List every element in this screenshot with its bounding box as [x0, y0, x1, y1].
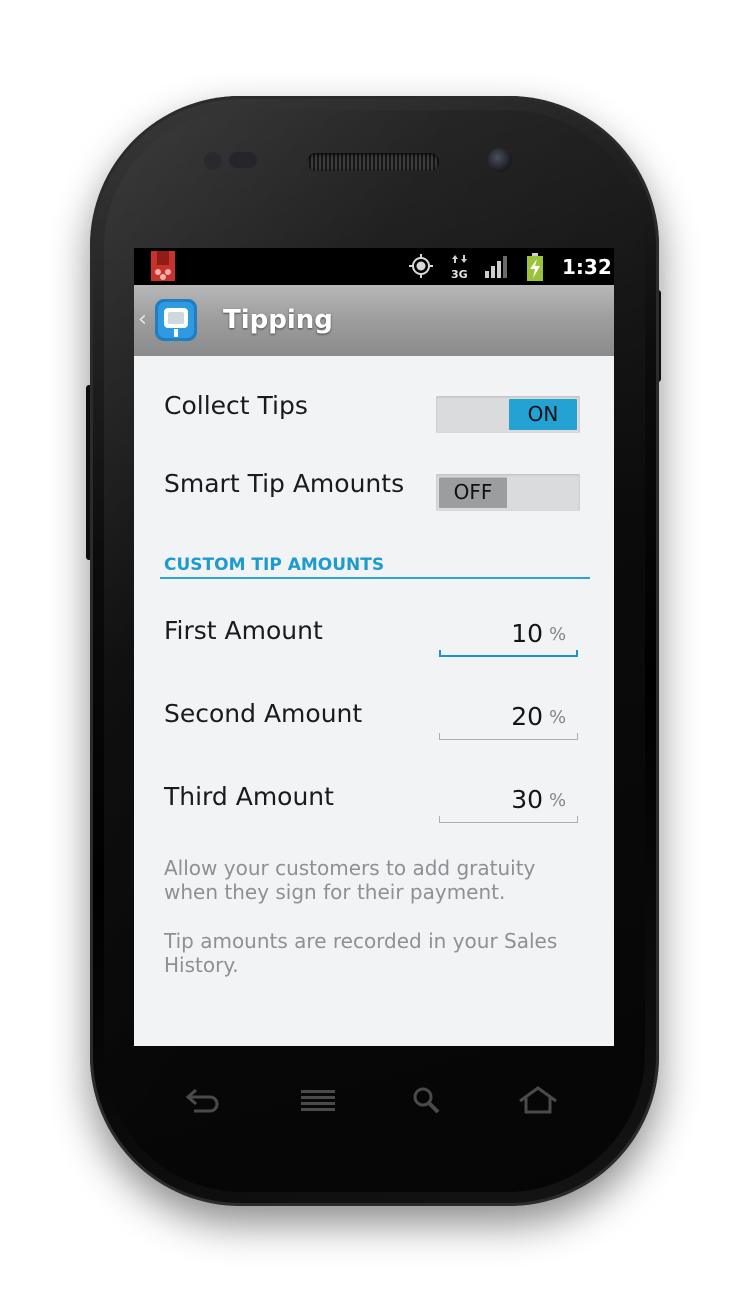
third-amount-label: Third Amount: [164, 782, 334, 811]
percent-unit: %: [549, 707, 567, 728]
3g-data-icon: 3G: [451, 255, 468, 280]
square-app-logo-icon[interactable]: [154, 298, 198, 342]
svg-text:3G: 3G: [451, 268, 468, 280]
earpiece-speaker: [307, 153, 439, 171]
search-key-icon[interactable]: [408, 1084, 448, 1118]
settings-content: Collect Tips ON Smart Tip Amounts OFF CU…: [134, 356, 614, 1046]
third-amount-underline: [439, 816, 578, 823]
smart-tip-amounts-toggle[interactable]: OFF: [436, 474, 580, 511]
smart-tip-amounts-label: Smart Tip Amounts: [164, 469, 405, 498]
proximity-sensor: [204, 152, 222, 170]
first-amount-underline: [439, 650, 578, 657]
toggle-state-label: ON: [509, 399, 577, 430]
second-amount-label: Second Amount: [164, 699, 363, 728]
collect-tips-toggle[interactable]: ON: [436, 396, 580, 433]
section-header: CUSTOM TIP AMOUNTS: [164, 555, 385, 575]
first-amount-input[interactable]: 10: [439, 618, 543, 650]
third-amount-input[interactable]: 30: [439, 784, 543, 816]
clock: 1:32: [562, 255, 612, 279]
light-sensor: [229, 152, 257, 168]
section-divider: [160, 577, 590, 579]
signal-icon: [485, 256, 507, 278]
menu-key-icon[interactable]: [298, 1084, 338, 1118]
first-amount-label: First Amount: [164, 616, 323, 645]
app-notification-icon: [151, 251, 175, 281]
status-bar: 3G 1:32: [134, 248, 614, 285]
page-title: Tipping: [223, 305, 333, 335]
home-key-icon[interactable]: [518, 1084, 558, 1118]
percent-unit: %: [549, 790, 567, 811]
collect-tips-label: Collect Tips: [164, 391, 308, 420]
gps-icon: [409, 254, 433, 278]
percent-unit: %: [549, 624, 567, 645]
up-chevron-icon[interactable]: ‹: [138, 305, 147, 335]
battery-charging-icon: [527, 253, 543, 281]
second-amount-input[interactable]: 20: [439, 701, 543, 733]
help-text-gratuity: Allow your customers to add gratuity whe…: [164, 856, 536, 904]
toggle-state-label: OFF: [439, 477, 507, 508]
second-amount-underline: [439, 733, 578, 740]
action-bar: ‹ Tipping: [134, 285, 614, 356]
front-camera: [488, 148, 512, 172]
help-text-sales-history: Tip amounts are recorded in your Sales H…: [164, 929, 558, 977]
screen: 3G 1:32 ‹ Tipping Collect Tips ON Smart …: [134, 248, 614, 1046]
back-key-icon[interactable]: [184, 1084, 224, 1118]
